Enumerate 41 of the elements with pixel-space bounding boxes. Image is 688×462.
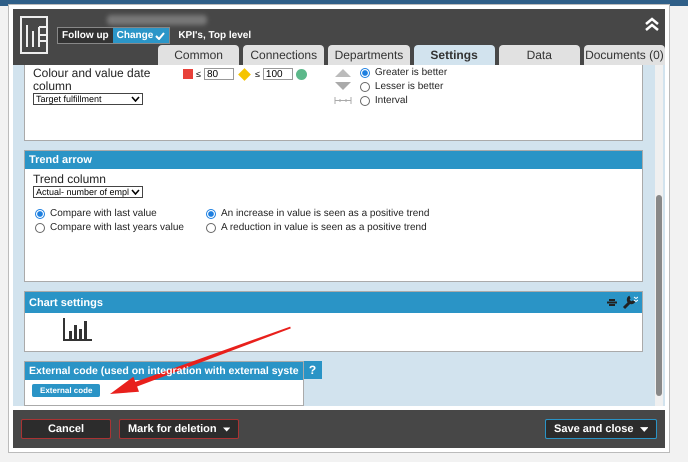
save-and-close-button[interactable]: Save and close [545,419,657,439]
caret-icon [640,426,648,432]
trend-column-label: Trend column [33,172,106,186]
down-triangle-icon [334,82,352,91]
radio-option[interactable]: Interval [360,95,408,106]
radio-option[interactable]: An increase in value is seen as a positive trend [206,208,430,219]
radio-option[interactable]: Compare with last years value [35,222,184,233]
radio-option[interactable]: Greater is better [360,67,448,78]
wrench-icon[interactable] [622,295,638,310]
cancel-button[interactable]: Cancel [21,419,111,439]
colour-column-label: Colour and value date column [33,67,152,93]
scrollbar[interactable] [655,65,663,406]
mode-toggle-button[interactable]: Follow up [58,28,113,43]
tab[interactable]: Settings [414,45,495,65]
collapse-icon[interactable] [645,17,659,31]
operator-symbol: ≤ [254,69,260,79]
caret-icon [131,189,140,195]
trend-column-select[interactable]: Actual- number of empl [33,186,143,198]
target-column-select[interactable]: Target fulfillment [33,93,143,105]
radio-option[interactable]: A reduction in value is seen as a positive trend [206,222,430,233]
tab[interactable]: Departments [328,45,410,65]
radio-option[interactable]: Lesser is better [360,81,444,92]
dialog-subtitle: KPI's, Top level [178,30,252,41]
operator-symbol: ≤ [196,69,201,79]
checkmark-icon [155,32,166,40]
radio-option[interactable]: Compare with last value [35,208,184,219]
tab[interactable]: Documents (0) [584,45,666,65]
caret-icon [222,426,230,432]
threshold-input[interactable]: 100 [262,68,293,80]
interval-icon [334,96,352,105]
mark-for-deletion-button[interactable]: Mark for deletion [119,419,239,439]
link-icon[interactable] [606,298,618,307]
section-header: Trend arrow [25,150,642,169]
up-triangle-icon [334,68,352,77]
threshold-input[interactable]: 80 [204,68,234,80]
caret-icon [131,96,140,102]
bar-chart-icon[interactable] [63,317,93,341]
tab[interactable]: Common [158,45,240,65]
tab[interactable]: Data [498,45,580,65]
section-title: Chart settings [29,296,103,308]
tab[interactable]: Connections [243,45,324,65]
